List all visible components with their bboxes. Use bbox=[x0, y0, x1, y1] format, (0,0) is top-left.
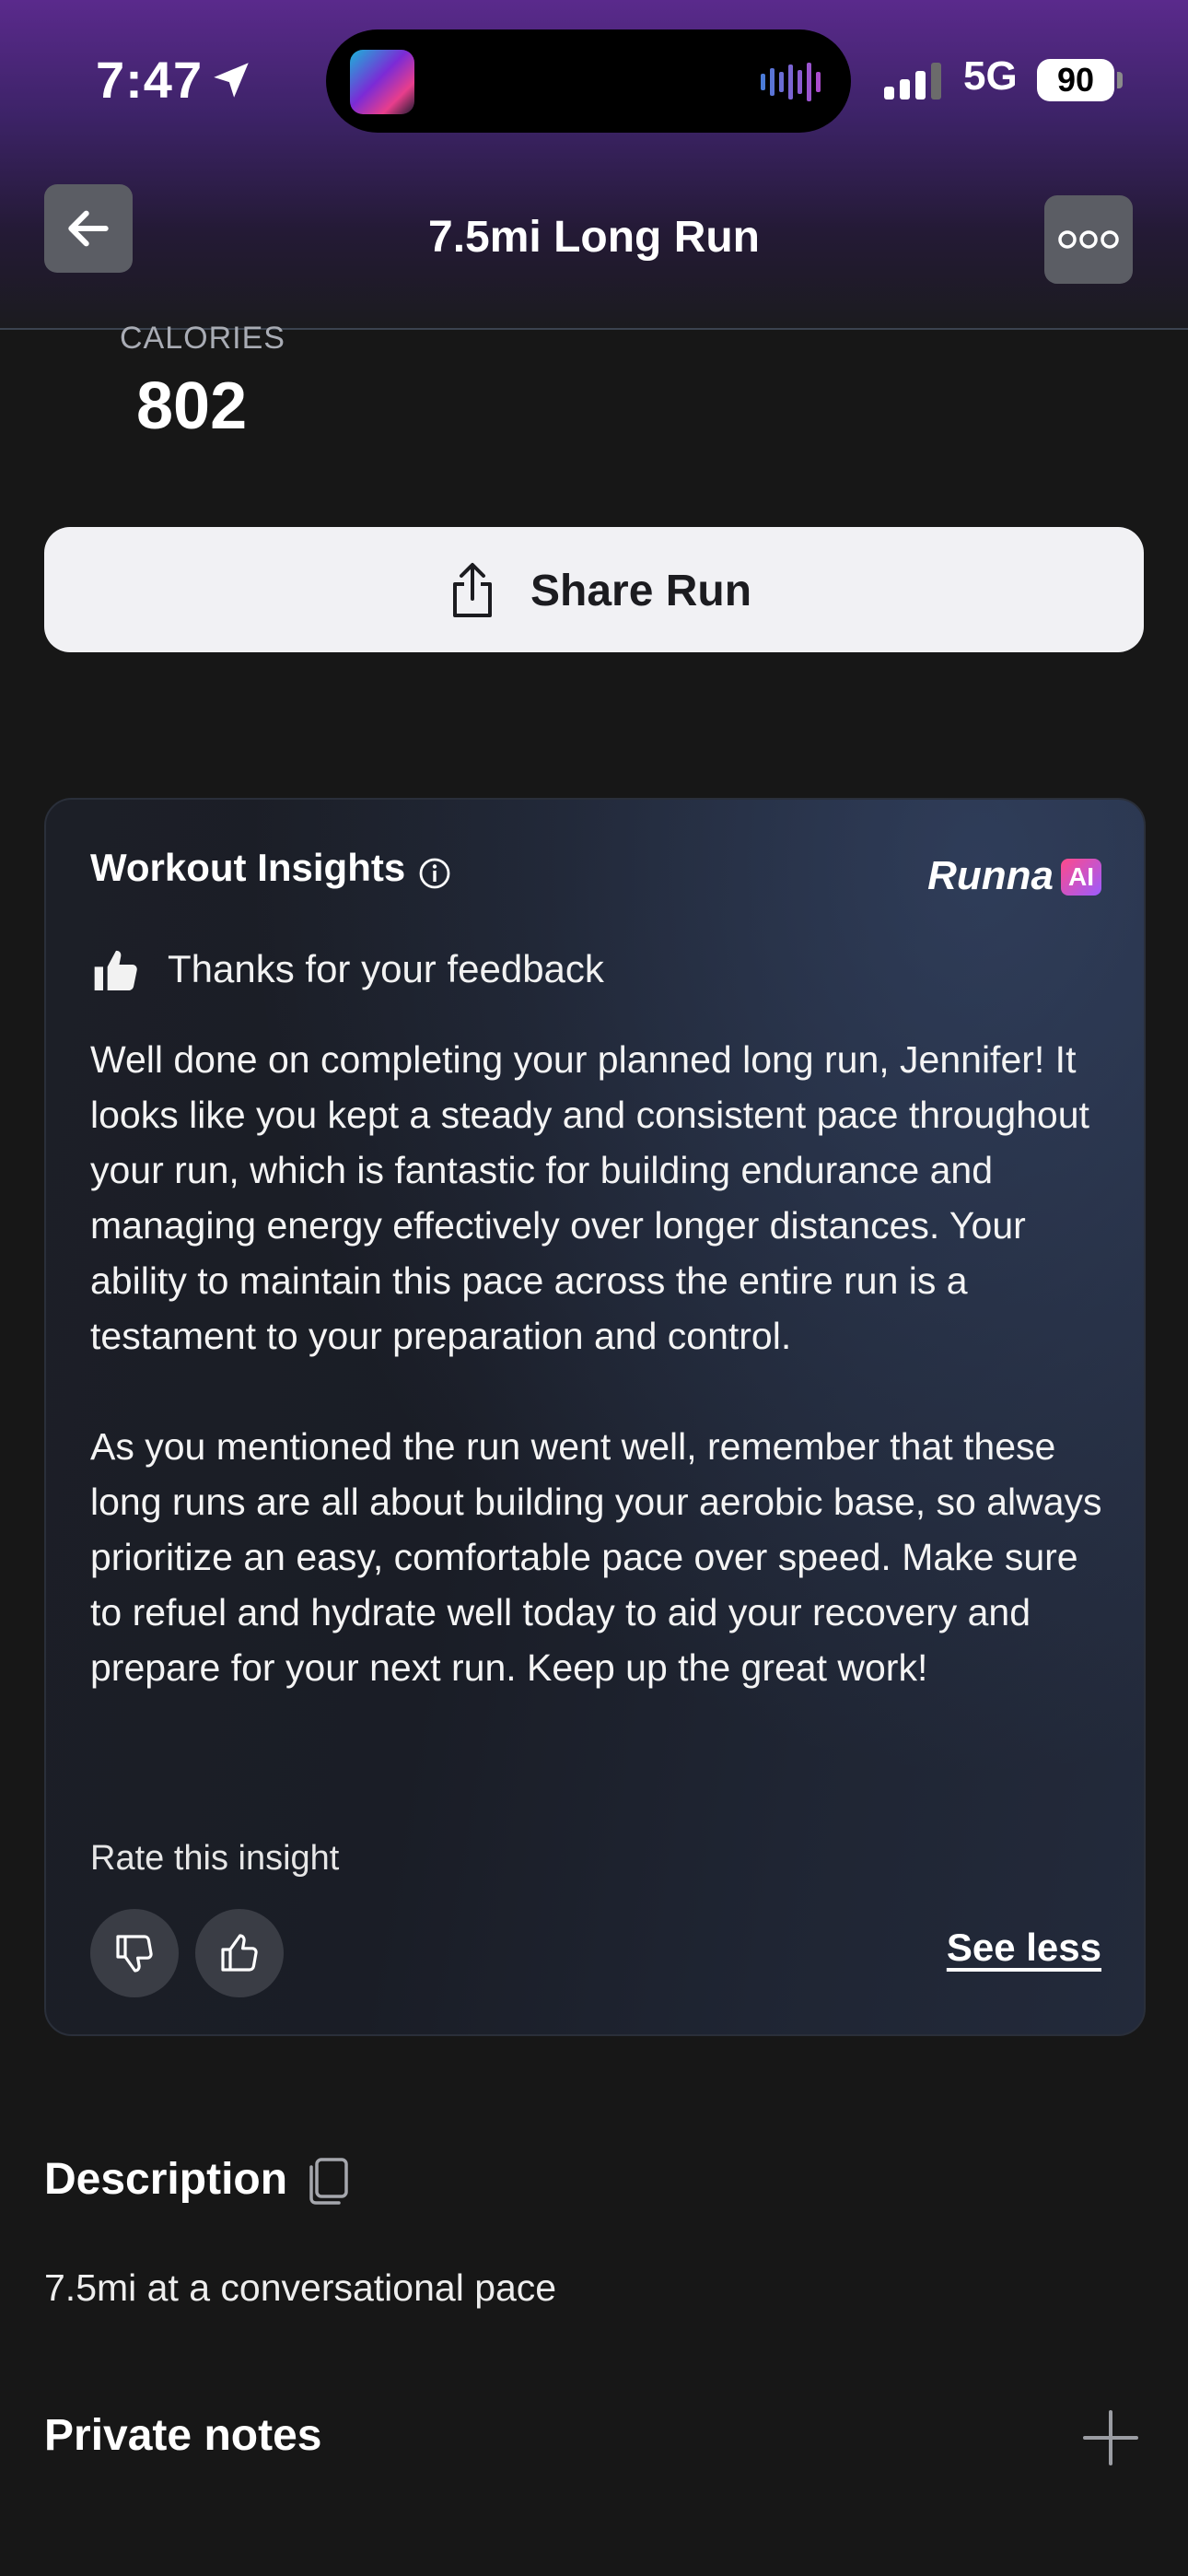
ai-badge: AI bbox=[1061, 859, 1101, 896]
info-icon[interactable] bbox=[418, 857, 451, 890]
more-options-button[interactable] bbox=[1044, 195, 1133, 284]
description-title: Description bbox=[44, 2155, 288, 2204]
see-less-link[interactable]: See less bbox=[947, 1926, 1101, 1970]
status-time: 7:47 bbox=[96, 51, 204, 109]
rate-insight-label: Rate this insight bbox=[90, 1839, 340, 1878]
share-icon bbox=[453, 563, 492, 617]
workout-insights-card: Workout Insights Runna AI Thanks for you… bbox=[44, 798, 1146, 2036]
battery-icon bbox=[1117, 72, 1123, 88]
thumbs-up-button[interactable] bbox=[195, 1909, 284, 1997]
feedback-confirmation: Thanks for your feedback bbox=[168, 947, 604, 990]
insight-paragraph: As you mentioned the run went well, reme… bbox=[90, 1425, 1102, 1689]
private-notes-title: Private notes bbox=[44, 2411, 322, 2460]
calories-value: 802 bbox=[136, 369, 248, 443]
audio-wave-icon bbox=[761, 63, 821, 101]
header: 7:47 5G 90 7.5mi Long Run bbox=[0, 0, 1188, 330]
thumbs-down-button[interactable] bbox=[90, 1909, 179, 1997]
add-note-icon[interactable] bbox=[1081, 2408, 1140, 2467]
calories-label: CALORIES bbox=[120, 321, 285, 356]
runna-ai-logo: Runna AI bbox=[917, 853, 1101, 898]
page-title: 7.5mi Long Run bbox=[428, 213, 760, 262]
brand-name: Runna bbox=[927, 853, 1054, 898]
thumbs-down-icon bbox=[116, 1935, 153, 1973]
share-run-button[interactable]: Share Run bbox=[44, 527, 1144, 652]
location-arrow-icon bbox=[214, 63, 249, 98]
battery-level: 90 bbox=[1037, 59, 1114, 101]
thumbs-up-filled-icon bbox=[94, 950, 137, 990]
insights-title: Workout Insights bbox=[90, 846, 406, 889]
copy-icon[interactable] bbox=[304, 2156, 352, 2207]
insight-paragraph: Well done on completing your planned lon… bbox=[90, 1038, 1089, 1357]
ellipsis-icon bbox=[1058, 230, 1119, 249]
network-type: 5G bbox=[963, 53, 1018, 99]
description-text: 7.5mi at a conversational pace bbox=[44, 2266, 557, 2309]
thumbs-up-icon bbox=[221, 1934, 258, 1972]
dynamic-island bbox=[326, 29, 851, 133]
cell-signal-icon bbox=[884, 63, 941, 100]
album-art-icon bbox=[350, 50, 414, 114]
share-run-label: Share Run bbox=[530, 567, 752, 615]
insight-body: Well done on completing your planned lon… bbox=[90, 1032, 1107, 1751]
